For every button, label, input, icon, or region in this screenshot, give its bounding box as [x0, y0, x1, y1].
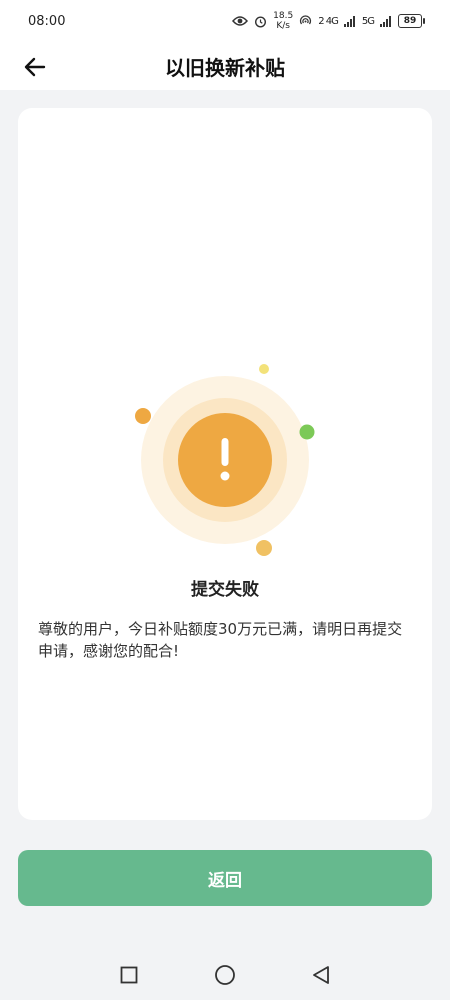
result-title: 提交失败: [191, 580, 259, 600]
status-bar: 08:00 18.5 K/s 2 4G 5G 89: [0, 0, 450, 42]
decor-dot-orange-left: [135, 408, 151, 424]
signal-bars-icon: [343, 15, 355, 27]
signal-bars-icon: [380, 15, 391, 27]
network-speed: 18.5 K/s: [273, 11, 293, 31]
exclamation-icon: [220, 438, 230, 481]
eye-icon: [232, 16, 249, 26]
alarm-icon: [255, 15, 267, 28]
network-speed-unit: K/s: [276, 21, 290, 31]
square-recents-icon: [120, 966, 138, 984]
result-message: 尊敬的用户，今日补贴额度30万元已满，请明日再提交申请，感谢您的配合!: [38, 620, 403, 660]
result-card: 提交失败 尊敬的用户，今日补贴额度30万元已满，请明日再提交申请，感谢您的配合!: [18, 108, 432, 820]
decor-dot-yellow-top: [259, 364, 269, 374]
status-time: 08:00: [28, 13, 66, 29]
circle-home-icon: [215, 965, 235, 985]
decor-dot-green-right: [299, 424, 315, 440]
back-button[interactable]: [18, 50, 52, 84]
system-back-button[interactable]: [309, 963, 333, 987]
home-button[interactable]: [213, 963, 237, 987]
hotspot-icon: [300, 14, 312, 24]
status-icons: 18.5 K/s 2 4G 5G 89: [232, 11, 425, 31]
signal-label-2: 5G: [361, 15, 375, 27]
signal-label-1: 2 4G: [318, 15, 339, 27]
recents-button[interactable]: [117, 963, 141, 987]
network-speed-value: 18.5: [273, 11, 294, 21]
system-nav-bar: [0, 950, 450, 1000]
decor-dot-orange-bottom: [256, 540, 272, 556]
battery-icon: 89: [398, 14, 425, 28]
failure-illustration: [135, 364, 315, 556]
nav-bar: 以旧换新补贴: [0, 42, 450, 90]
triangle-back-icon: [313, 966, 329, 984]
arrow-left-icon: [24, 57, 46, 77]
page-title: 以旧换新补贴: [165, 55, 285, 80]
return-button[interactable]: 返回: [18, 850, 432, 906]
